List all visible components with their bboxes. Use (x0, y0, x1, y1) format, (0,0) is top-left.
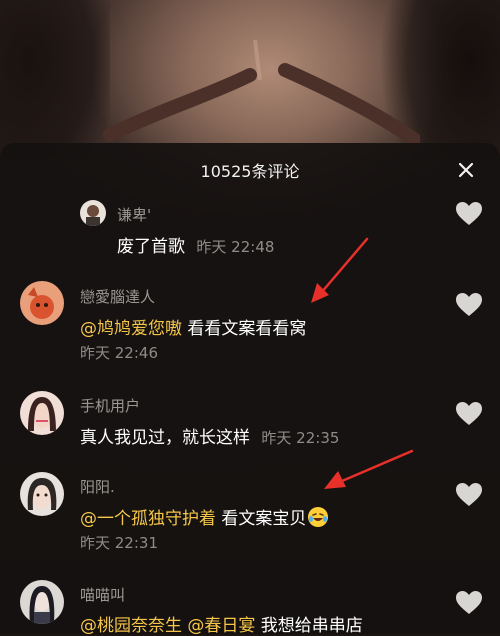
comment-time: 昨天 22:35 (261, 429, 340, 447)
comment-text: @桃园奈奈生 @春日宴 我想给串串店 (80, 611, 363, 636)
comment-username[interactable]: 喵喵叫 (80, 584, 125, 605)
like-heart-icon[interactable] (455, 201, 483, 227)
like-heart-icon[interactable] (455, 401, 483, 427)
mention-link[interactable]: @一个孤独守护着 (80, 509, 216, 529)
comment-text-part: 我想给串串店 (255, 616, 363, 636)
comment-text-part: 看看文案看看窝 (182, 319, 307, 339)
comment-username[interactable]: 谦卑' (117, 204, 151, 225)
annotation-arrow-icon (324, 449, 414, 489)
avatar[interactable] (20, 472, 64, 516)
avatar[interactable] (80, 200, 106, 226)
video-face-brows (103, 40, 420, 147)
avatar[interactable] (20, 391, 64, 435)
comment-text-part: 废了首歌 (117, 237, 185, 257)
close-icon (458, 162, 474, 178)
comments-panel: 10525条评论 谦卑' 废了首歌 昨天 22:48 戀愛腦達人 @鸠鸠爱您嗷 … (0, 143, 500, 636)
comment-text: 废了首歌 昨天 22:48 (117, 232, 274, 257)
like-heart-icon[interactable] (455, 590, 483, 616)
laughing-tears-emoji-icon (308, 507, 329, 527)
comment-text: 真人我见过，就长这样 昨天 22:35 (80, 423, 339, 448)
like-heart-icon[interactable] (455, 482, 483, 508)
comment-text: @鸠鸠爱您嗷 看看文案看看窝 (80, 314, 306, 339)
comment-text-part: 真人我见过，就长这样 (80, 428, 250, 448)
comment-username[interactable]: 戀愛腦達人 (80, 286, 155, 307)
mention-link[interactable]: @春日宴 (187, 616, 255, 636)
avatar[interactable] (20, 580, 64, 624)
comments-count-title: 10525条评论 (200, 162, 300, 181)
mention-link[interactable]: @鸠鸠爱您嗷 (80, 319, 182, 339)
avatar[interactable] (20, 281, 64, 325)
close-button[interactable] (454, 158, 478, 182)
comment-text: @一个孤独守护着 看文案宝贝 (80, 504, 329, 529)
comment-time: 昨天 22:48 (196, 238, 275, 256)
mention-link[interactable]: @桃园奈奈生 (80, 616, 182, 636)
video-hair-left (0, 0, 110, 160)
annotation-arrow-icon (311, 237, 369, 303)
like-heart-icon[interactable] (455, 292, 483, 318)
comments-header: 10525条评论 (0, 143, 500, 197)
comment-time: 昨天 22:46 (80, 344, 158, 362)
comment-username[interactable]: 阳阳. (80, 476, 115, 497)
comment-username[interactable]: 手机用户 (80, 395, 140, 416)
comment-text-part: 看文案宝贝 (216, 509, 307, 529)
comment-time: 昨天 22:31 (80, 534, 158, 552)
